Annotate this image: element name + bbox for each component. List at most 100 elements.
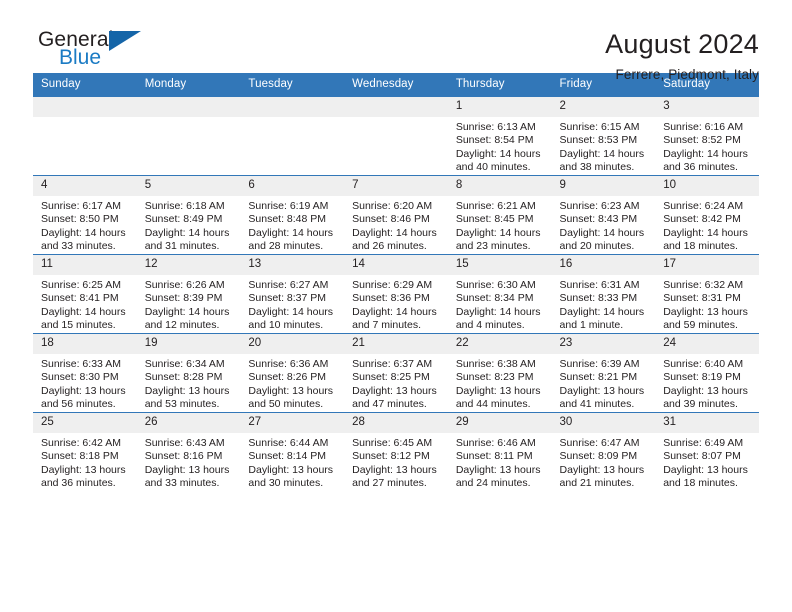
sunrise-text: Sunrise: 6:19 AM [248, 200, 329, 212]
day-details: Sunrise: 6:37 AM Sunset: 8:25 PM Daylight:… [344, 354, 448, 412]
sunset-text: Sunset: 8:41 PM [41, 292, 119, 305]
sunrise-text: Sunrise: 6:38 AM [455, 358, 536, 370]
day-number: 11 [33, 255, 137, 275]
sunrise-sunset-calendar: Sunday Monday Tuesday Wednesday Thursday… [33, 73, 759, 491]
day-number: 26 [136, 413, 241, 433]
day-details: Sunrise: 6:49 AM Sunset: 8:07 PM Daylight:… [655, 433, 759, 491]
calendar-day-cell[interactable]: 5 Sunrise: 6:18 AM Sunset: 8:49 PM Daylight… [136, 175, 241, 255]
daylight-text: Daylight: 14 hours and 36 minutes. [663, 147, 748, 174]
calendar-day-cell[interactable]: 13 Sunrise: 6:27 AM Sunset: 8:37 PM Dayligh… [240, 254, 345, 334]
calendar-day-cell[interactable]: 17 Sunrise: 6:32 AM Sunset: 8:31 PM Dayligh… [655, 254, 759, 334]
calendar-day-cell[interactable]: 8 Sunrise: 6:21 AM Sunset: 8:45 PM Daylight… [447, 175, 552, 255]
calendar-day-cell[interactable]: 21 Sunrise: 6:37 AM Sunset: 8:25 PM Dayligh… [344, 333, 448, 413]
calendar-day-cell[interactable]: 20 Sunrise: 6:36 AM Sunset: 8:26 PM Dayligh… [240, 333, 345, 413]
calendar-day-cell[interactable]: 27 Sunrise: 6:44 AM Sunset: 8:14 PM Dayligh… [240, 412, 345, 491]
sunset-text: Sunset: 8:18 PM [41, 450, 119, 463]
calendar-day-cell[interactable]: 6 Sunrise: 6:19 AM Sunset: 8:48 PM Daylight… [240, 175, 345, 255]
calendar-day-cell[interactable]: 4 Sunrise: 6:17 AM Sunset: 8:50 PM Daylight… [33, 175, 137, 255]
calendar-week-row: 4 Sunrise: 6:17 AM Sunset: 8:50 PM Daylight… [33, 175, 759, 255]
calendar-day-cell[interactable]: 16 Sunrise: 6:31 AM Sunset: 8:33 PM Dayligh… [551, 254, 656, 334]
daylight-text: Daylight: 14 hours and 4 minutes. [455, 305, 541, 332]
calendar-day-cell[interactable]: 7 Sunrise: 6:20 AM Sunset: 8:46 PM Daylight… [344, 175, 448, 255]
calendar-week-row: 25 Sunrise: 6:42 AM Sunset: 8:18 PM Dayligh… [33, 412, 759, 491]
calendar-day-cell[interactable]: 31 Sunrise: 6:49 AM Sunset: 8:07 PM Dayligh… [655, 412, 759, 491]
sunrise-text: Sunrise: 6:43 AM [144, 437, 225, 449]
day-number: 20 [240, 334, 345, 354]
sunset-text: Sunset: 8:07 PM [663, 450, 741, 463]
sunrise-text: Sunrise: 6:34 AM [144, 358, 225, 370]
calendar-day-cell[interactable]: 15 Sunrise: 6:30 AM Sunset: 8:34 PM Dayligh… [447, 254, 552, 334]
calendar-day-cell[interactable]: 9 Sunrise: 6:23 AM Sunset: 8:43 PM Daylight… [551, 175, 656, 255]
weekday-header-tuesday: Tuesday [240, 73, 345, 97]
day-number: 6 [240, 176, 345, 196]
day-details: Sunrise: 6:43 AM Sunset: 8:16 PM Daylight:… [137, 433, 241, 491]
day-details: Sunrise: 6:20 AM Sunset: 8:46 PM Daylight:… [344, 196, 448, 254]
day-details: Sunrise: 6:33 AM Sunset: 8:30 PM Daylight:… [33, 354, 137, 412]
daylight-text: Daylight: 14 hours and 23 minutes. [455, 226, 541, 253]
day-details: Sunrise: 6:25 AM Sunset: 8:41 PM Daylight:… [33, 275, 137, 333]
sunrise-text: Sunrise: 6:16 AM [663, 121, 744, 133]
calendar-day-cell[interactable]: 30 Sunrise: 6:47 AM Sunset: 8:09 PM Dayligh… [551, 412, 656, 491]
sunset-text: Sunset: 8:16 PM [144, 450, 223, 463]
calendar-day-cell[interactable]: 26 Sunrise: 6:43 AM Sunset: 8:16 PM Dayligh… [136, 412, 241, 491]
sunset-text: Sunset: 8:37 PM [248, 292, 327, 305]
daylight-text: Daylight: 13 hours and 47 minutes. [352, 384, 437, 411]
day-details: Sunrise: 6:34 AM Sunset: 8:28 PM Daylight:… [137, 354, 241, 412]
calendar-day-cell[interactable]: 14 Sunrise: 6:29 AM Sunset: 8:36 PM Dayligh… [344, 254, 448, 334]
sunrise-text: Sunrise: 6:42 AM [41, 437, 121, 449]
daylight-text: Daylight: 14 hours and 10 minutes. [248, 305, 334, 332]
daylight-text: Daylight: 13 hours and 30 minutes. [248, 463, 334, 490]
calendar-day-cell[interactable]: 3 Sunrise: 6:16 AM Sunset: 8:52 PM Daylight… [655, 96, 759, 176]
daylight-text: Daylight: 14 hours and 38 minutes. [559, 147, 645, 174]
day-details: Sunrise: 6:45 AM Sunset: 8:12 PM Daylight:… [344, 433, 448, 491]
sunrise-text: Sunrise: 6:32 AM [663, 279, 744, 291]
calendar-day-cell-empty [240, 96, 345, 176]
day-details: Sunrise: 6:30 AM Sunset: 8:34 PM Daylight:… [448, 275, 552, 333]
calendar-day-cell[interactable]: 23 Sunrise: 6:39 AM Sunset: 8:21 PM Dayligh… [551, 333, 656, 413]
day-number [240, 97, 345, 117]
day-number: 13 [240, 255, 345, 275]
day-number: 28 [344, 413, 448, 433]
sunrise-text: Sunrise: 6:29 AM [352, 279, 433, 291]
general-blue-logo[interactable]: General Blue [33, 28, 163, 80]
calendar-day-cell[interactable]: 2 Sunrise: 6:15 AM Sunset: 8:53 PM Daylight… [551, 96, 656, 176]
sunrise-text: Sunrise: 6:31 AM [559, 279, 640, 291]
calendar-day-cell[interactable]: 29 Sunrise: 6:46 AM Sunset: 8:11 PM Dayligh… [447, 412, 552, 491]
calendar-day-cell[interactable]: 12 Sunrise: 6:26 AM Sunset: 8:39 PM Dayligh… [136, 254, 241, 334]
page-title: August 2024 [605, 29, 759, 59]
sunrise-text: Sunrise: 6:23 AM [559, 200, 640, 212]
sunset-text: Sunset: 8:33 PM [559, 292, 638, 305]
calendar-day-cell[interactable]: 28 Sunrise: 6:45 AM Sunset: 8:12 PM Dayligh… [344, 412, 448, 491]
sunset-text: Sunset: 8:14 PM [248, 450, 327, 463]
sunset-text: Sunset: 8:12 PM [352, 450, 430, 463]
day-number: 24 [655, 334, 759, 354]
calendar-day-cell[interactable]: 22 Sunrise: 6:38 AM Sunset: 8:23 PM Dayligh… [447, 333, 552, 413]
sunrise-text: Sunrise: 6:30 AM [455, 279, 536, 291]
calendar-day-cell[interactable]: 1 Sunrise: 6:13 AM Sunset: 8:54 PM Daylight… [447, 96, 552, 176]
day-details: Sunrise: 6:38 AM Sunset: 8:23 PM Daylight:… [448, 354, 552, 412]
calendar-day-cell[interactable]: 25 Sunrise: 6:42 AM Sunset: 8:18 PM Dayligh… [33, 412, 137, 491]
day-number: 27 [240, 413, 345, 433]
calendar-day-cell[interactable]: 24 Sunrise: 6:40 AM Sunset: 8:19 PM Dayligh… [655, 333, 759, 413]
sunset-text: Sunset: 8:43 PM [559, 213, 638, 226]
calendar-day-cell[interactable]: 11 Sunrise: 6:25 AM Sunset: 8:41 PM Dayligh… [33, 254, 137, 334]
day-details: Sunrise: 6:15 AM Sunset: 8:53 PM Daylight:… [552, 117, 656, 175]
day-number: 16 [551, 255, 656, 275]
day-details: Sunrise: 6:18 AM Sunset: 8:49 PM Daylight:… [137, 196, 241, 254]
calendar-day-cell[interactable]: 19 Sunrise: 6:34 AM Sunset: 8:28 PM Dayligh… [136, 333, 241, 413]
sunrise-text: Sunrise: 6:25 AM [41, 279, 121, 291]
daylight-text: Daylight: 14 hours and 1 minute. [559, 305, 645, 332]
calendar-day-cell[interactable]: 18 Sunrise: 6:33 AM Sunset: 8:30 PM Dayligh… [33, 333, 137, 413]
day-details: Sunrise: 6:47 AM Sunset: 8:09 PM Daylight:… [552, 433, 656, 491]
calendar-week-row: 18 Sunrise: 6:33 AM Sunset: 8:30 PM Dayligh… [33, 333, 759, 413]
sunrise-text: Sunrise: 6:39 AM [559, 358, 640, 370]
day-number: 31 [655, 413, 759, 433]
day-number: 18 [33, 334, 137, 354]
day-details: Sunrise: 6:23 AM Sunset: 8:43 PM Daylight:… [552, 196, 656, 254]
calendar-week-row: 1 Sunrise: 6:13 AM Sunset: 8:54 PM Daylight… [33, 96, 759, 176]
calendar-day-cell[interactable]: 10 Sunrise: 6:24 AM Sunset: 8:42 PM Dayligh… [655, 175, 759, 255]
day-details: Sunrise: 6:24 AM Sunset: 8:42 PM Daylight:… [655, 196, 759, 254]
sunrise-text: Sunrise: 6:47 AM [559, 437, 640, 449]
sunset-text: Sunset: 8:19 PM [663, 371, 741, 384]
sunset-text: Sunset: 8:23 PM [455, 371, 534, 384]
